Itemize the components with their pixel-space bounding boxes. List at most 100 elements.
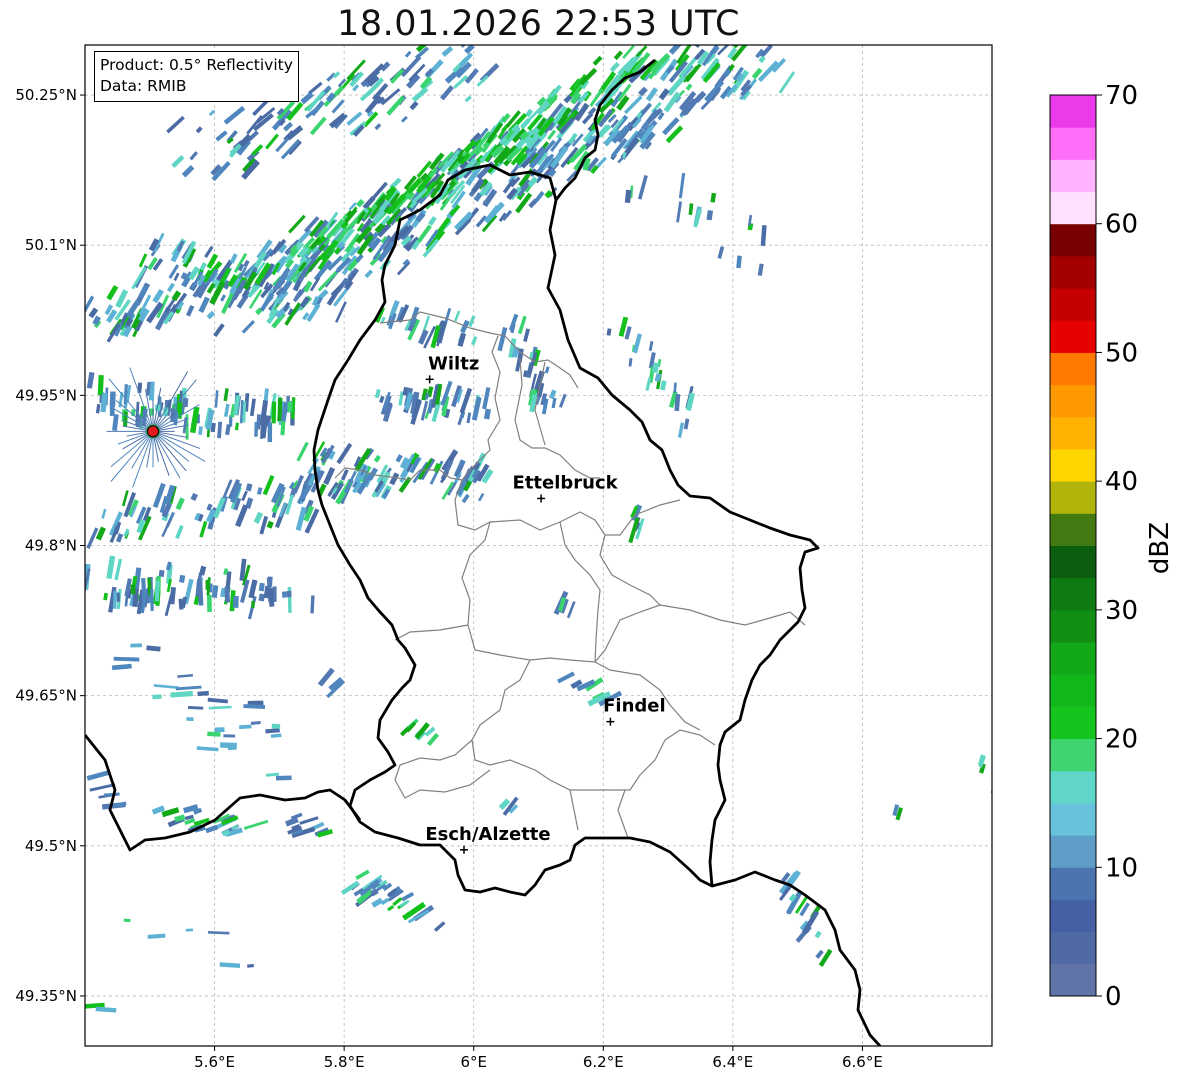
echo-cell [648,340,654,351]
lon-tick-label: 6.6°E [842,1053,883,1071]
echo-cell [724,29,737,43]
echo-cell [130,643,143,648]
echo-cell [645,87,659,102]
echo-cell [400,55,422,78]
echo-cell [97,375,104,396]
echo-cell [220,294,227,302]
echo-cell [169,587,176,605]
colorbar-segment [1050,223,1096,257]
colorbar-tick-label: 40 [1105,467,1138,497]
echo-cell [637,174,648,200]
echo-cell [677,422,685,438]
echo-cell [693,208,703,228]
echo-cell [95,403,101,414]
echo-cell [103,792,120,797]
colorbar-segment [1050,448,1096,482]
canton-boundary-line [617,789,629,839]
axis-ticks: 5.6°E 5.8°E 6°E 6.2°E 6.4°E 6.6°E 50.25°N 50.1°… [15,86,883,1071]
echo-cell [471,396,482,421]
echo-cell [373,454,381,463]
city-label: Wiltz [428,353,479,374]
city-label: Ettelbruck [513,472,619,493]
echo-cell [287,586,292,613]
echo-cell [249,398,256,417]
echo-cell [247,963,254,968]
echo-cell [466,412,472,424]
echo-cell [208,705,232,710]
echo-cell [468,315,476,328]
echo-cell [404,50,412,58]
city-markers: Wiltz Ettelbruck Findel Esch/Alzette [425,353,666,854]
echo-cell [114,558,123,581]
echo-cell [243,259,250,268]
echo-cell [229,253,238,264]
colorbar: 0 10 20 30 40 50 60 70 dBZ [1049,81,1175,1012]
echo-cell [676,201,683,223]
echo-cell [115,533,124,543]
echo-cell [752,23,764,38]
echo-cell [205,579,209,590]
lat-tick-label: 49.95°N [15,386,77,404]
echo-cell [628,357,633,367]
echo-cell [461,493,470,504]
lon-tick-label: 5.6°E [194,1053,235,1071]
echo-cell [106,284,119,301]
data-source-label: Data: RMIB [100,77,187,95]
echo-cell [112,590,118,609]
echo-cell [380,897,390,906]
echo-cell [215,130,228,142]
echo-cell [178,598,184,610]
echo-cell [211,585,219,598]
canton-boundary-line [394,624,469,641]
echo-cell [374,123,382,131]
colorbar-segment [1050,835,1096,868]
echo-cell [111,663,132,671]
echo-cell [387,905,395,912]
colorbar-tick-label: 70 [1105,81,1138,111]
echo-cell [152,694,162,700]
echo-cell [170,690,193,698]
echo-cell [678,172,686,199]
colorbar-segment [1050,770,1096,804]
echo-cell [198,296,210,313]
echo-cell [204,245,214,258]
echo-cell [281,591,287,598]
echo-cell [118,392,124,408]
colorbar-segment [1050,674,1096,707]
echo-cell [815,949,824,959]
echo-cell [757,263,764,276]
echo-cell [286,590,292,598]
colorbar-tick-label: 10 [1105,853,1138,883]
echo-cell [256,487,263,495]
echo-cell [219,962,241,969]
echo-cell [778,71,796,94]
echo-cell [207,930,230,935]
echo-cell [487,35,494,42]
echo-cell [186,717,194,722]
echo-cell [760,225,767,247]
echo-cell [632,333,642,354]
echo-cell [355,869,370,880]
echo-cell [706,210,714,221]
echo-cell [250,720,261,725]
echo-cell [673,382,677,393]
echo-cell [786,890,803,915]
colorbar-segment [1050,609,1096,643]
echo-cell [109,391,116,407]
echo-cell [374,389,381,399]
echo-cell [223,105,246,125]
echo-cell [517,315,527,335]
echo-cell [402,258,410,267]
echo-cell [253,511,264,524]
echo-cell [271,401,277,424]
echo-cell [106,555,116,579]
reflectivity-echoes [85,23,992,1013]
echo-cell [544,189,553,199]
echo-cell [395,454,403,463]
echo-cell [89,783,116,792]
echo-cell [207,594,212,612]
echo-cell [736,255,742,269]
colorbar-segment [1050,513,1096,546]
lon-tick-label: 6.4°E [712,1053,753,1071]
echo-cell [551,397,557,409]
